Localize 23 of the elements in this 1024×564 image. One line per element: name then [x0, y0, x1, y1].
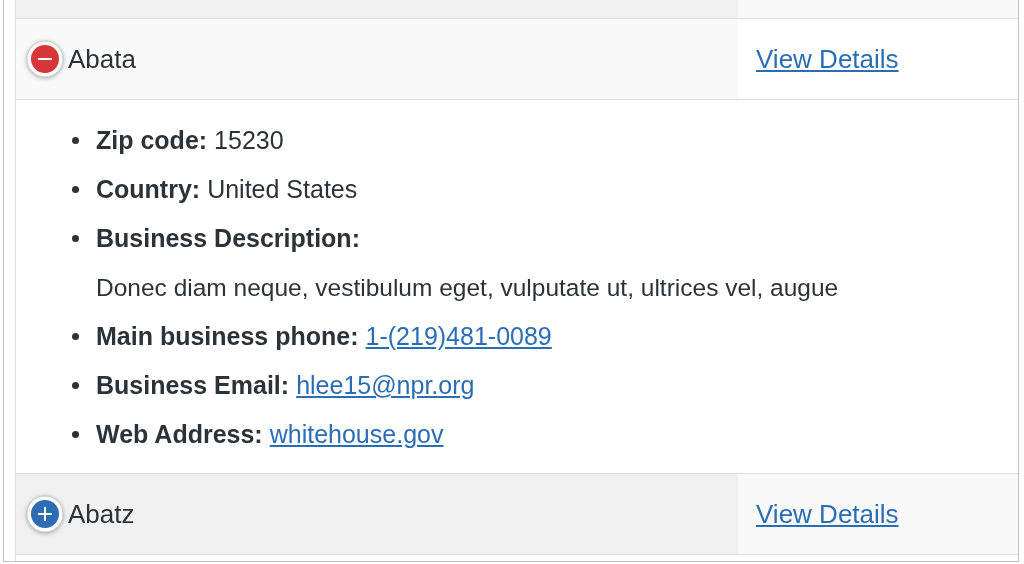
view-details-link[interactable]: View Details	[756, 43, 899, 75]
bullet-icon	[72, 431, 79, 438]
field-value: United States	[207, 175, 358, 203]
field-label: Main business phone:	[96, 322, 359, 350]
bullet-icon	[72, 333, 79, 340]
field-link[interactable]: hlee15@npr.org	[296, 371, 475, 399]
field-label: Web Address:	[96, 420, 263, 448]
field-link[interactable]: 1-(219)481-0089	[365, 322, 552, 350]
expand-icon[interactable]	[24, 493, 66, 535]
field-label: Business Email:	[96, 371, 290, 399]
bullet-icon	[72, 235, 79, 242]
company-name: Abatz	[68, 498, 135, 530]
description-text: Donec diam neque, vestibulum eget, vulputate ut, ultrices vel, augue	[96, 273, 839, 303]
collapse-icon[interactable]	[24, 38, 66, 80]
bullet-icon	[72, 186, 79, 193]
company-name: Abata	[68, 43, 136, 75]
bullet-icon	[72, 382, 79, 389]
field-label: Business Description:	[96, 224, 360, 252]
field-label: Zip code:	[96, 126, 208, 154]
field-link[interactable]: whitehouse.gov	[269, 420, 444, 448]
field-value: 15230	[214, 126, 284, 154]
bullet-icon	[72, 137, 79, 144]
field-label: Country:	[96, 175, 201, 203]
